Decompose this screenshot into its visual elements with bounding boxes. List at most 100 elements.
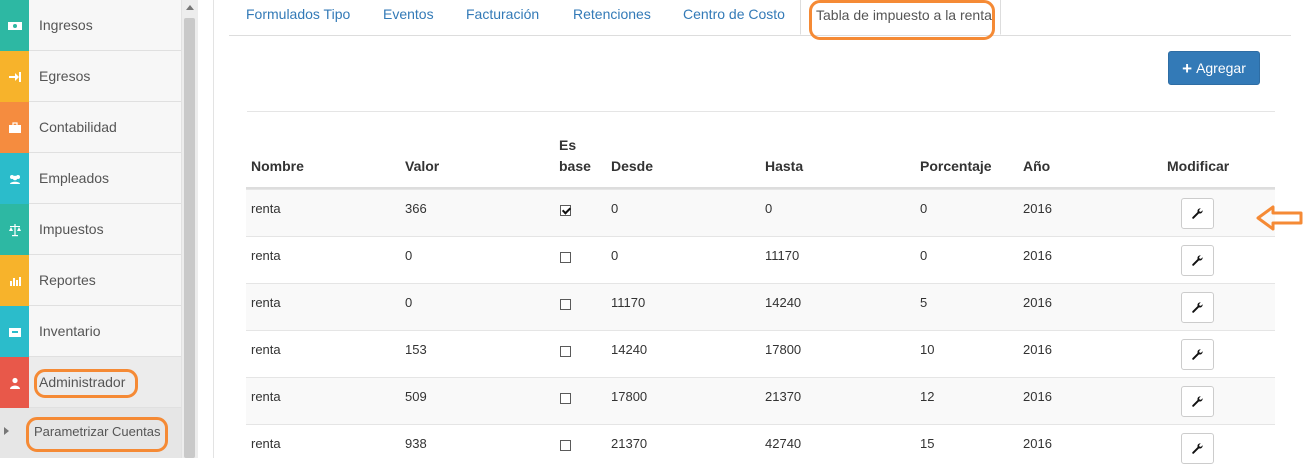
table-row: renta 509 17800 21370 12 2016 (246, 377, 1275, 424)
table-row: renta 153 14240 17800 10 2016 (246, 330, 1275, 377)
es-base-checkbox[interactable] (560, 299, 571, 310)
wrench-icon (1191, 348, 1204, 361)
cell-hasta: 14240 (765, 295, 802, 310)
table-header: Nombre Valor Es base Desde Hasta Porcent… (246, 130, 1275, 189)
cell-desde: 17800 (611, 389, 648, 404)
cell-hasta: 0 (765, 201, 773, 216)
cell-hasta: 21370 (765, 389, 802, 404)
sidebar-item-label: Impuestos (39, 221, 104, 237)
header-es-base-line2: base (559, 158, 591, 174)
header-modificar: Modificar (1167, 158, 1230, 174)
sidebar-item-egresos[interactable]: Egresos (0, 51, 181, 102)
header-nombre: Nombre (251, 158, 304, 174)
plus-icon: + (1182, 58, 1193, 78)
wrench-icon (1191, 207, 1204, 220)
es-base-checkbox[interactable] (560, 205, 571, 216)
annotation-circle-administrador (34, 369, 138, 398)
cell-desde: 14240 (611, 342, 648, 357)
add-button[interactable]: + Agregar (1168, 51, 1260, 85)
cell-nombre: renta (251, 436, 281, 451)
cell-valor: 509 (405, 389, 427, 404)
es-base-checkbox[interactable] (560, 393, 571, 404)
tab-facturacion[interactable]: Facturación (466, 0, 539, 35)
cell-desde: 21370 (611, 436, 648, 451)
table-row: renta 366 0 0 0 2016 (246, 189, 1275, 236)
header-desde: Desde (611, 158, 654, 174)
sidebar-scrollbar[interactable] (181, 0, 198, 458)
sidebar-item-label: Ingresos (39, 17, 93, 33)
annotation-circle-tab (809, 0, 995, 40)
sidebar-item-impuestos[interactable]: Impuestos (0, 204, 181, 255)
es-base-checkbox[interactable] (560, 440, 571, 451)
header-valor: Valor (405, 158, 440, 174)
header-anio: Año (1023, 158, 1051, 174)
tab-retenciones[interactable]: Retenciones (573, 0, 651, 35)
cell-porcentaje: 10 (920, 342, 935, 357)
cell-anio: 2016 (1023, 389, 1052, 404)
table-row: renta 0 0 11170 0 2016 (246, 236, 1275, 283)
modify-button[interactable] (1181, 292, 1214, 323)
tab-bar: Formulados Tipo Eventos Facturación Rete… (229, 0, 1291, 36)
modify-button[interactable] (1181, 245, 1214, 276)
header-porcentaje: Porcentaje (920, 158, 992, 174)
cell-porcentaje: 12 (920, 389, 935, 404)
caret-right-icon (4, 427, 9, 435)
cell-anio: 2016 (1023, 248, 1052, 263)
cell-valor: 0 (405, 295, 413, 310)
es-base-checkbox[interactable] (560, 346, 571, 357)
tab-eventos[interactable]: Eventos (383, 0, 434, 35)
annotation-circle-parametrizar (26, 417, 168, 452)
sidebar-item-ingresos[interactable]: Ingresos (0, 0, 181, 51)
separator (247, 111, 1275, 112)
sidebar-item-inventario[interactable]: Inventario (0, 306, 181, 357)
cell-anio: 2016 (1023, 342, 1052, 357)
inbox-icon (0, 306, 29, 357)
cell-hasta: 11170 (765, 248, 800, 263)
cell-desde: 0 (611, 201, 619, 216)
balance-scale-icon (0, 204, 29, 255)
sidebar-item-empleados[interactable]: Empleados (0, 153, 181, 204)
cell-hasta: 42740 (765, 436, 802, 451)
cell-nombre: renta (251, 342, 281, 357)
cell-anio: 2016 (1023, 436, 1052, 451)
cell-nombre: renta (251, 389, 281, 404)
annotation-arrow-icon (1256, 205, 1303, 231)
modify-button[interactable] (1181, 433, 1214, 464)
scroll-up-arrow-icon[interactable] (186, 5, 194, 10)
sidebar-item-label: Empleados (39, 170, 110, 186)
wrench-icon (1191, 442, 1204, 455)
content-divider (213, 0, 214, 458)
sidebar-item-label: Contabilidad (39, 119, 117, 135)
modify-button[interactable] (1181, 198, 1214, 229)
cell-hasta: 17800 (765, 342, 802, 357)
scrollbar-thumb[interactable] (184, 18, 195, 458)
tab-centro-de-costo[interactable]: Centro de Costo (683, 0, 785, 35)
cell-anio: 2016 (1023, 201, 1052, 216)
es-base-checkbox[interactable] (560, 252, 571, 263)
add-button-label: Agregar (1196, 60, 1246, 76)
wrench-icon (1191, 254, 1204, 267)
cell-anio: 2016 (1023, 295, 1052, 310)
cell-porcentaje: 5 (920, 295, 928, 310)
briefcase-icon (0, 102, 29, 153)
sidebar-item-label: Egresos (39, 68, 91, 84)
bar-chart-icon (0, 255, 29, 306)
users-icon (0, 153, 29, 204)
sign-in-icon (0, 51, 29, 102)
header-es-base-line1: Es (559, 137, 577, 153)
sidebar-item-contabilidad[interactable]: Contabilidad (0, 102, 181, 153)
cell-porcentaje: 0 (920, 201, 928, 216)
cell-valor: 366 (405, 201, 427, 216)
modify-button[interactable] (1181, 386, 1214, 417)
cell-desde: 11170 (611, 295, 646, 310)
tab-formulados-tipo[interactable]: Formulados Tipo (246, 0, 350, 35)
cell-valor: 938 (405, 436, 427, 451)
cell-valor: 153 (405, 342, 427, 357)
user-icon (0, 357, 29, 408)
sidebar-item-label: Reportes (39, 272, 96, 288)
cell-nombre: renta (251, 248, 281, 263)
wrench-icon (1191, 301, 1204, 314)
sidebar-item-reportes[interactable]: Reportes (0, 255, 181, 306)
modify-button[interactable] (1181, 339, 1214, 370)
money-icon (0, 0, 29, 51)
